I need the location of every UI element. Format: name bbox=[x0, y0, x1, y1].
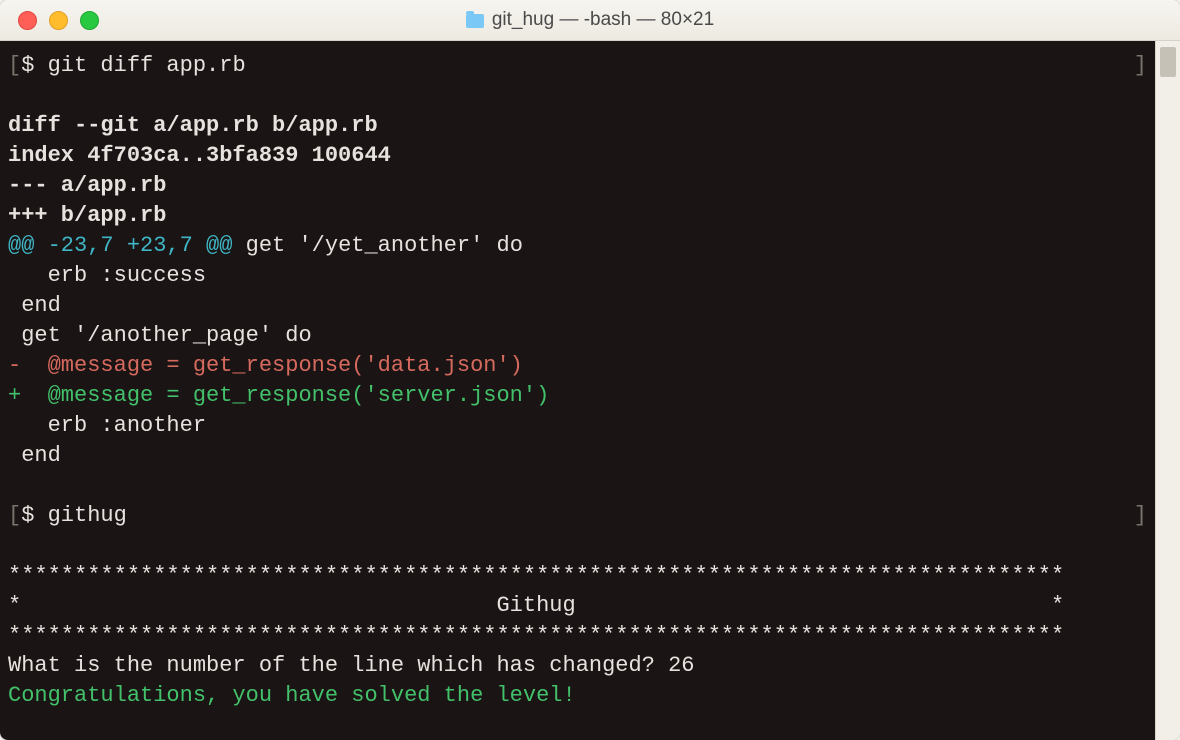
prompt-line-1: [$ git diff app.rb] bbox=[8, 51, 1147, 81]
diff-context-line: get '/another_page' do bbox=[8, 323, 312, 348]
diff-old-file-line: --- a/app.rb bbox=[8, 173, 166, 198]
prompt-close-bracket: ] bbox=[1134, 501, 1147, 531]
maximize-icon[interactable] bbox=[80, 11, 99, 30]
diff-header-line: diff --git a/app.rb b/app.rb bbox=[8, 113, 378, 138]
congrats-line: Congratulations, you have solved the lev… bbox=[8, 683, 576, 708]
hunk-suffix: @@ bbox=[206, 233, 232, 258]
diff-removed-line: - @message = get_response('data.json') bbox=[8, 353, 523, 378]
prompt-open-bracket: [ bbox=[8, 53, 21, 78]
diff-context-line: erb :another bbox=[8, 413, 206, 438]
command-text: git diff app.rb bbox=[48, 53, 246, 78]
hunk-prefix: @@ bbox=[8, 233, 48, 258]
terminal-output[interactable]: [$ git diff app.rb] diff --git a/app.rb … bbox=[0, 41, 1155, 740]
banner-border: ****************************************… bbox=[8, 623, 1064, 648]
prompt-sigil: $ bbox=[21, 503, 47, 528]
diff-new-file-line: +++ b/app.rb bbox=[8, 203, 166, 228]
window-title: git_hug — -bash — 80×21 bbox=[0, 9, 1180, 31]
minimize-icon[interactable] bbox=[49, 11, 68, 30]
titlebar: git_hug — -bash — 80×21 bbox=[0, 0, 1180, 41]
prompt-line-2: [$ githug] bbox=[8, 501, 1147, 531]
diff-hunk-line: @@ -23,7 +23,7 @@ get '/yet_another' do bbox=[8, 233, 523, 258]
close-icon[interactable] bbox=[18, 11, 37, 30]
diff-context-line: erb :success bbox=[8, 263, 206, 288]
diff-context-line: end bbox=[8, 293, 61, 318]
diff-context-line: end bbox=[8, 443, 61, 468]
banner-border: ****************************************… bbox=[8, 563, 1064, 588]
diff-index-line: index 4f703ca..3bfa839 100644 bbox=[8, 143, 391, 168]
window-title-text: git_hug — -bash — 80×21 bbox=[492, 9, 714, 31]
folder-icon bbox=[466, 14, 484, 28]
window-controls bbox=[0, 11, 99, 30]
hunk-add-range: +23,7 bbox=[127, 233, 206, 258]
prompt-open-bracket: [ bbox=[8, 503, 21, 528]
banner-title: * Githug * bbox=[8, 593, 1064, 618]
diff-added-line: + @message = get_response('server.json') bbox=[8, 383, 549, 408]
command-text: githug bbox=[48, 503, 127, 528]
scrollbar-track[interactable] bbox=[1155, 41, 1180, 740]
hunk-del-range: -23,7 bbox=[48, 233, 127, 258]
terminal-window: git_hug — -bash — 80×21 [$ git diff app.… bbox=[0, 0, 1180, 740]
scrollbar-thumb[interactable] bbox=[1160, 47, 1176, 77]
prompt-sigil: $ bbox=[21, 53, 47, 78]
window-body: [$ git diff app.rb] diff --git a/app.rb … bbox=[0, 41, 1180, 740]
prompt-close-bracket: ] bbox=[1134, 51, 1147, 81]
hunk-context: get '/yet_another' do bbox=[232, 233, 522, 258]
question-line: What is the number of the line which has… bbox=[8, 653, 695, 678]
